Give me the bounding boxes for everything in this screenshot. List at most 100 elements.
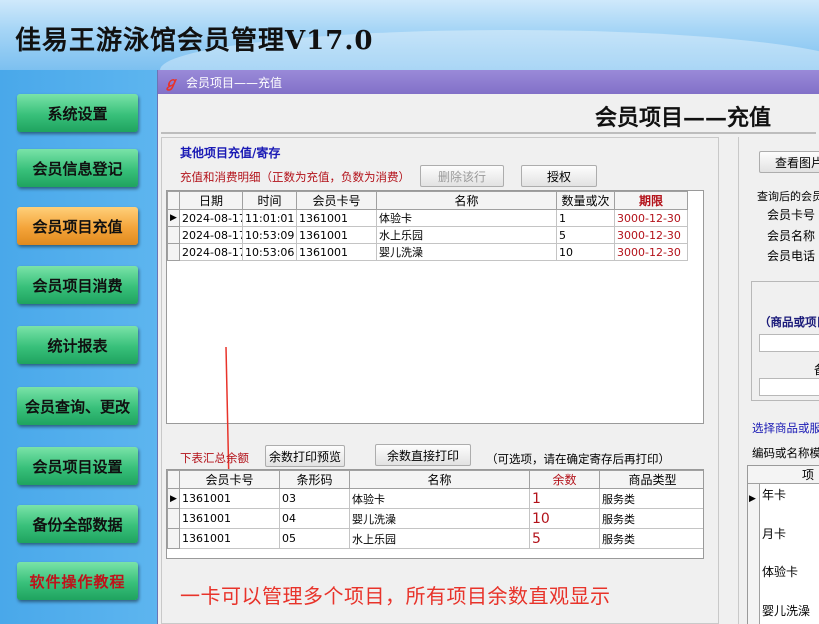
cell-time: 10:53:06 [242,243,297,261]
cell-name: 婴儿洗澡 [376,243,557,261]
nav-project-settings[interactable]: 会员项目设置 [17,447,138,485]
table-row[interactable]: 2024-08-17 10:53:06 1361001 婴儿洗澡 10 3000… [167,243,688,261]
col-time[interactable]: 时间 [242,191,297,210]
list-item[interactable]: 体验卡 [762,563,798,580]
cell-qty: 1 [556,209,615,227]
detail-table-header: 日期 时间 会员卡号 名称 数量或次 期限 [167,191,688,210]
list-item[interactable]: 年卡 [762,486,786,503]
nav-member-query[interactable]: 会员查询、更改 [17,387,138,425]
col-barcode[interactable]: 条形码 [279,470,350,489]
cell-type: 服务类 [599,488,703,509]
cell-name: 水上乐园 [349,528,530,549]
balance-print-button[interactable]: 余数直接打印 [375,444,471,466]
cell-date: 2024-08-17 [179,209,243,227]
nav-member-recharge[interactable]: 会员项目充值 [17,207,138,245]
detail-table[interactable]: 日期 时间 会员卡号 名称 数量或次 期限 ▶ 2024-08-17 11:01… [166,190,704,424]
app-banner: 佳易王游泳馆会员管理V17.0 [0,0,819,70]
cell-name: 体验卡 [349,488,530,509]
balance-table[interactable]: 会员卡号 条形码 名称 余数 商品类型 ▶ 1361001 03 体验卡 1 服… [166,469,704,559]
goods-label: （商品或项目 [759,315,819,329]
cell-date: 2024-08-17 [179,243,243,261]
field-phone-label: 会员电话 [767,249,816,263]
field-card-label: 会员卡号 [767,208,816,222]
authorize-button[interactable]: 授权 [521,165,597,187]
list-item[interactable]: 月卡 [762,525,786,542]
cell-expiry: 3000-12-30 [614,226,688,244]
cell-balance: 10 [529,508,600,529]
cell-card: 1361001 [296,209,377,227]
header-divider [161,132,816,134]
col-name[interactable]: 名称 [349,470,530,489]
summary-label: 下表汇总余额 [180,451,249,465]
print-note: （可选项，请在确定寄存后再打印） [486,452,670,466]
nav-member-registration[interactable]: 会员信息登记 [17,149,138,187]
window-titlebar: ℊ 会员项目——充值 [158,70,819,94]
cell-time: 11:01:01 [242,209,297,227]
query-result-label: 查询后的会员 [757,190,819,203]
cell-balance: 1 [529,488,600,509]
nav-system-settings[interactable]: 系统设置 [17,94,138,132]
cell-name: 水上乐园 [376,226,557,244]
detail-label: 充值和消费明细（正数为充值，负数为消费） [180,170,410,184]
cell-card: 1361001 [179,528,280,549]
remark-input[interactable] [759,378,819,396]
view-image-button[interactable]: 查看图片 [759,151,819,173]
row-selector-icon[interactable]: ▶ [167,488,180,509]
balance-print-preview-button[interactable]: 余数打印预览 [265,445,345,467]
cell-qty: 10 [556,243,615,261]
cell-type: 服务类 [599,508,703,529]
col-qty[interactable]: 数量或次 [556,191,615,210]
table-row[interactable]: ▶ 2024-08-17 11:01:01 1361001 体验卡 1 3000… [167,209,688,227]
cell-time: 10:53:09 [242,226,297,244]
col-balance[interactable]: 余数 [529,470,600,489]
cell-date: 2024-08-17 [179,226,243,244]
list-item[interactable]: 婴儿洗澡 [762,602,810,619]
cell-card: 1361001 [179,508,280,529]
window-title: 会员项目——充值 [186,75,283,90]
nav-reports[interactable]: 统计报表 [17,326,138,364]
table-row[interactable]: ▶ 1361001 03 体验卡 1 服务类 [167,488,703,509]
table-row[interactable]: 1361001 05 水上乐园 5 服务类 [167,528,703,549]
goods-row-selector [748,484,760,624]
delete-row-button[interactable]: 删除该行 [420,165,504,187]
row-selector-icon[interactable]: ▶ [749,494,756,504]
cell-barcode: 04 [279,508,350,529]
recharge-window: ℊ 会员项目——充值 会员项目——充值 其他项目充值/寄存 充值和消费明细（正数… [157,70,819,624]
cell-expiry: 3000-12-30 [614,243,688,261]
goods-table[interactable]: 项 ▶ 年卡 月卡 体验卡 婴儿洗澡 [747,465,819,624]
col-card[interactable]: 会员卡号 [179,470,280,489]
remark-label: 备 [814,361,819,378]
code-search-label: 编码或名称模 [752,446,819,460]
nav-tutorial[interactable]: 软件操作教程 [17,562,138,600]
cell-card: 1361001 [179,488,280,509]
left-nav: 系统设置 会员信息登记 会员项目充值 会员项目消费 统计报表 会员查询、更改 会… [0,70,157,624]
section-title: 其他项目充值/寄存 [180,146,281,160]
cell-name: 体验卡 [376,209,557,227]
cell-type: 服务类 [599,528,703,549]
app-title: 佳易王游泳馆会员管理V17.0 [15,26,374,56]
col-name[interactable]: 名称 [376,191,557,210]
goods-input[interactable] [759,334,819,352]
promo-caption: 一卡可以管理多个项目，所有项目余数直观显示 [180,584,611,608]
right-panel: 查看图片 查询后的会员 会员卡号 会员名称 会员电话 （商品或项目 备 选择商品… [738,137,819,624]
cell-card: 1361001 [296,226,377,244]
nav-member-consume[interactable]: 会员项目消费 [17,266,138,304]
nav-backup[interactable]: 备份全部数据 [17,505,138,543]
col-card[interactable]: 会员卡号 [296,191,377,210]
cell-balance: 5 [529,528,600,549]
table-row[interactable]: 1361001 04 婴儿洗澡 10 服务类 [167,508,703,529]
goods-table-header: 项 [748,466,819,484]
balance-table-header: 会员卡号 条形码 名称 余数 商品类型 [167,470,703,489]
select-goods-label: 选择商品或服 [752,421,819,435]
table-row[interactable]: 2024-08-17 10:53:09 1361001 水上乐园 5 3000-… [167,226,688,244]
col-expiry[interactable]: 期限 [614,191,688,210]
cell-name: 婴儿洗澡 [349,508,530,529]
recharge-panel: 其他项目充值/寄存 充值和消费明细（正数为充值，负数为消费） 删除该行 授权 日… [161,137,719,624]
cell-barcode: 05 [279,528,350,549]
app-logo-icon: ℊ [164,75,178,91]
col-date[interactable]: 日期 [179,191,243,210]
row-selector-icon[interactable]: ▶ [167,209,180,227]
page-title: 会员项目——充值 [594,105,771,131]
col-type[interactable]: 商品类型 [599,470,703,489]
cell-barcode: 03 [279,488,350,509]
